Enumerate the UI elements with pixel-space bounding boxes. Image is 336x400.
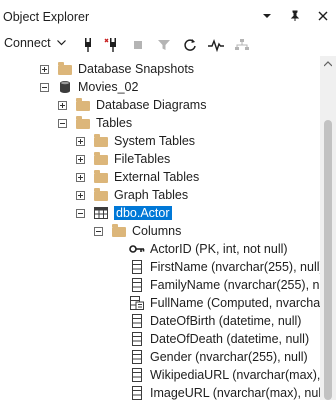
schema-diagram-icon[interactable] — [234, 37, 250, 53]
column-icon — [129, 349, 145, 365]
dropdown-icon[interactable] — [260, 9, 274, 23]
database-icon — [57, 79, 73, 95]
tree-node-column-dateofdeath[interactable]: DateOfDeath (datetime, null) — [112, 330, 309, 348]
column-icon — [129, 385, 145, 400]
tree-node-column-fullname[interactable]: FullName (Computed, nvarchar — [112, 294, 320, 312]
tree-node-graph-tables[interactable]: Graph Tables — [76, 186, 188, 204]
tree-node-label: DateOfBirth (datetime, null) — [150, 314, 302, 328]
column-icon — [129, 331, 145, 347]
tree-node-label: Graph Tables — [114, 188, 189, 202]
tree-node-label: WikipediaURL (nvarchar(max), r — [150, 368, 320, 382]
tree-node-database-snapshots[interactable]: Database Snapshots — [40, 60, 194, 78]
column-icon — [129, 313, 145, 329]
vertical-scrollbar[interactable] — [320, 56, 336, 400]
tree-node-label: dbo.Actor — [114, 206, 172, 220]
tree-node-label: FirstName (nvarchar(255), null) — [150, 260, 320, 274]
folder-icon — [93, 133, 109, 149]
primary-key-icon — [129, 241, 145, 257]
tree-node-label: Database Diagrams — [96, 98, 207, 112]
expand-icon[interactable] — [58, 100, 67, 110]
expand-icon[interactable] — [76, 154, 85, 164]
chevron-down-icon — [56, 40, 66, 46]
expand-icon[interactable] — [76, 172, 85, 182]
tree-node-label: ActorID (PK, int, not null) — [150, 242, 288, 256]
refresh-icon[interactable] — [182, 37, 198, 53]
tree-node-columns[interactable]: Columns — [94, 222, 181, 240]
computed-column-icon — [129, 295, 145, 311]
connect-plug-icon[interactable] — [80, 37, 96, 53]
tree-node-label: Columns — [132, 224, 182, 238]
collapse-icon[interactable] — [40, 82, 49, 92]
toolbar: Connect — [0, 34, 336, 56]
tree-node-column-actorid[interactable]: ActorID (PK, int, not null) — [112, 240, 288, 258]
activity-monitor-icon[interactable] — [208, 37, 224, 53]
scrollbar-thumb[interactable] — [324, 120, 332, 400]
folder-icon — [93, 187, 109, 203]
tree-node-label: FullName (Computed, nvarchar — [150, 296, 320, 310]
folder-icon — [111, 223, 127, 239]
folder-icon — [93, 169, 109, 185]
tree-node-movies-02[interactable]: Movies_02 — [40, 78, 138, 96]
collapse-icon[interactable] — [94, 226, 103, 236]
disconnect-icon[interactable] — [104, 37, 120, 53]
folder-icon — [57, 61, 73, 77]
tree-node-column-wikipediaurl[interactable]: WikipediaURL (nvarchar(max), r — [112, 366, 320, 384]
folder-icon — [75, 97, 91, 113]
tree-node-column-dateofbirth[interactable]: DateOfBirth (datetime, null) — [112, 312, 301, 330]
tree-node-label: Gender (nvarchar(255), null) — [150, 350, 308, 364]
title-bar: Object Explorer — [0, 0, 336, 35]
column-icon — [129, 259, 145, 275]
tree-node-database-diagrams[interactable]: Database Diagrams — [58, 96, 206, 114]
expand-icon[interactable] — [76, 190, 85, 200]
tree-node-label: ImageURL (nvarchar(max), null) — [150, 386, 320, 400]
expand-icon[interactable] — [40, 64, 49, 74]
tree-node-filetables[interactable]: FileTables — [76, 150, 170, 168]
expand-icon[interactable] — [76, 136, 85, 146]
tree-node-system-tables[interactable]: System Tables — [76, 132, 195, 150]
panel-title: Object Explorer — [3, 10, 90, 24]
scroll-up-icon[interactable] — [320, 56, 336, 72]
tree-node-label: System Tables — [114, 134, 196, 148]
pin-icon[interactable] — [288, 9, 302, 23]
tree-node-column-familyname[interactable]: FamilyName (nvarchar(255), nu — [112, 276, 320, 294]
tree-node-column-firstname[interactable]: FirstName (nvarchar(255), null) — [112, 258, 320, 276]
connect-label: Connect — [4, 36, 51, 50]
object-tree: Database Snapshots Movies_02 Database Di… — [0, 56, 320, 400]
tree-node-external-tables[interactable]: External Tables — [76, 168, 199, 186]
tree-node-label: Database Snapshots — [78, 62, 195, 76]
close-icon[interactable] — [316, 9, 330, 23]
tree-node-dbo-actor[interactable]: dbo.Actor — [76, 204, 172, 222]
filter-icon[interactable] — [156, 37, 172, 53]
table-icon — [93, 205, 109, 221]
connect-button[interactable]: Connect — [4, 36, 66, 50]
tree-node-label: Movies_02 — [78, 80, 139, 94]
title-actions — [260, 9, 330, 23]
collapse-icon[interactable] — [76, 208, 85, 218]
tree-node-tables[interactable]: Tables — [58, 114, 132, 132]
column-icon — [129, 277, 145, 293]
tree-node-column-imageurl[interactable]: ImageURL (nvarchar(max), null) — [112, 384, 320, 400]
column-icon — [129, 367, 145, 383]
tree-node-label: DateOfDeath (datetime, null) — [150, 332, 310, 346]
tree-node-label: FamilyName (nvarchar(255), nu — [150, 278, 320, 292]
tree-node-column-gender[interactable]: Gender (nvarchar(255), null) — [112, 348, 308, 366]
tree-node-label: Tables — [96, 116, 133, 130]
folder-icon — [93, 151, 109, 167]
tree-node-label: External Tables — [114, 170, 200, 184]
folder-icon — [75, 115, 91, 131]
collapse-icon[interactable] — [58, 118, 67, 128]
stop-icon[interactable] — [130, 37, 146, 53]
tree-node-label: FileTables — [114, 152, 171, 166]
